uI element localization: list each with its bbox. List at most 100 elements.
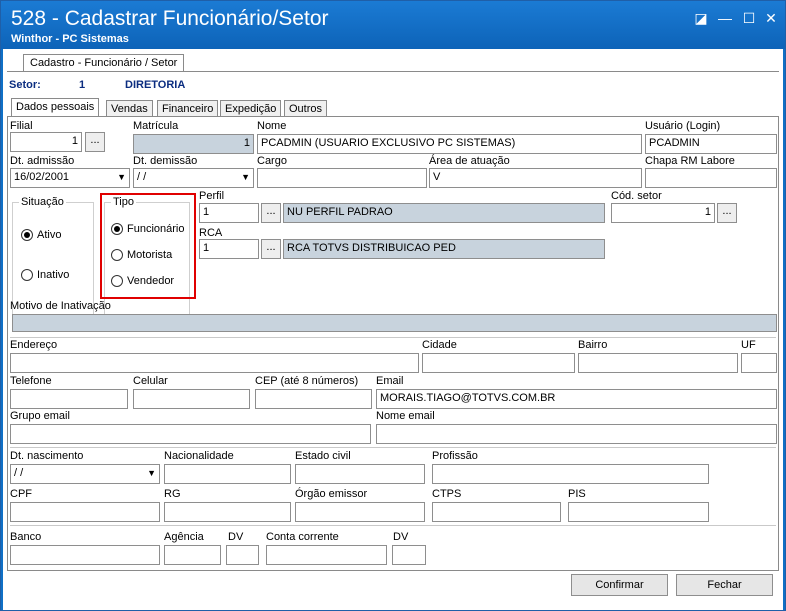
motivo-inativacao-input[interactable] [12,314,777,332]
grupo-email-input[interactable] [10,424,371,444]
tipo-highlight-box [100,193,196,299]
email-input[interactable]: MORAIS.TIAGO@TOTVS.COM.BR [376,389,777,409]
bairro-label: Bairro [578,339,608,351]
agencia-label: Agência [164,531,204,543]
estado-civil-input[interactable] [295,464,425,484]
tab-divider [7,71,779,72]
estado-civil-label: Estado civil [295,450,351,462]
rca-label: RCA [199,227,223,239]
setor-label: Setor: [9,79,41,91]
perfil-code-input[interactable]: 1 [199,203,259,223]
endereco-input[interactable] [10,353,419,373]
cidade-label: Cidade [422,339,457,351]
rca-code-input[interactable]: 1 [199,239,259,259]
rg-input[interactable] [164,502,291,522]
tab-expedicao[interactable]: Expedição [220,100,282,117]
profissao-label: Profissão [432,450,478,462]
dt-demissao-value: / / [137,171,147,183]
divider [10,337,776,338]
divider [10,447,776,448]
rca-search-button[interactable]: ... [261,239,281,259]
dt-demissao-label: Dt. demissão [133,155,198,167]
ativo-label[interactable]: Ativo [37,229,61,241]
tab-vendas[interactable]: Vendas [106,100,153,117]
window-subtitle: Winthor - PC Sistemas [11,33,129,45]
dt-nascimento-combo[interactable]: / / ▼ [10,464,160,484]
celular-label: Celular [133,375,168,387]
dv1-input[interactable] [226,545,259,565]
banco-input[interactable] [10,545,160,565]
agencia-input[interactable] [164,545,221,565]
filial-search-button[interactable]: ... [85,132,105,152]
cod-setor-input[interactable]: 1 [611,203,715,223]
cargo-label: Cargo [257,155,287,167]
restore-icon[interactable]: ◪ [691,9,711,27]
grupo-email-label: Grupo email [10,410,70,422]
setor-code: 1 [79,79,86,91]
tab-dados-pessoais[interactable]: Dados pessoais [11,98,100,117]
tab-cadastro-funcionario-setor[interactable]: Cadastro - Funcionário / Setor [23,54,185,72]
endereco-label: Endereço [10,339,58,351]
filial-label: Filial [10,120,33,132]
dt-demissao-combo[interactable]: / / ▼ [133,168,254,188]
dt-nascimento-label: Dt. nascimento [10,450,84,462]
minimize-icon[interactable]: — [715,9,735,27]
ativo-radio[interactable] [21,229,33,241]
dv2-input[interactable] [392,545,426,565]
cpf-label: CPF [10,488,32,500]
matricula-input[interactable]: 1 [133,134,254,154]
nome-input[interactable]: PCADMIN (USUARIO EXCLUSIVO PC SISTEMAS) [257,134,642,154]
cep-input[interactable] [255,389,372,409]
uf-input[interactable] [741,353,777,373]
bairro-input[interactable] [578,353,738,373]
chapa-label: Chapa RM Labore [645,155,735,167]
telefone-input[interactable] [10,389,128,409]
pis-label: PIS [568,488,586,500]
cod-setor-search-button[interactable]: ... [717,203,737,223]
uf-label: UF [741,339,756,351]
banco-label: Banco [10,531,42,543]
orgao-emissor-label: Órgão emissor [295,488,368,500]
close-icon[interactable]: ✕ [761,9,781,27]
window-title: 528 - Cadastrar Funcionário/Setor [11,7,329,30]
dados-pessoais-panel: Filial 1 ... Matrícula 1 Nome PCADMIN (U… [7,116,779,571]
client-area: Cadastro - Funcionário / Setor Setor: 1 … [3,49,783,610]
divider [10,525,776,526]
celular-input[interactable] [133,389,250,409]
inativo-label[interactable]: Inativo [37,269,69,281]
tab-financeiro[interactable]: Financeiro [157,100,219,117]
area-atuacao-input[interactable]: V [429,168,642,188]
area-atuacao-label: Área de atuação [429,155,510,167]
ctps-input[interactable] [432,502,561,522]
chevron-down-icon[interactable]: ▼ [117,172,126,182]
title-bar[interactable]: 528 - Cadastrar Funcionário/Setor Wintho… [1,1,785,49]
motivo-inativacao-label: Motivo de Inativação [10,300,111,312]
orgao-emissor-input[interactable] [295,502,425,522]
telefone-label: Telefone [10,375,52,387]
chevron-down-icon[interactable]: ▼ [241,172,250,182]
cidade-input[interactable] [422,353,575,373]
profissao-input[interactable] [432,464,709,484]
inativo-radio[interactable] [21,269,33,281]
dv1-label: DV [228,531,244,543]
perfil-search-button[interactable]: ... [261,203,281,223]
cep-label: CEP (até 8 números) [255,375,359,387]
maximize-icon[interactable]: ☐ [739,9,759,27]
confirmar-button[interactable]: Confirmar [571,574,668,596]
pis-input[interactable] [568,502,709,522]
perfil-desc: NU PERFIL PADRAO [283,203,605,223]
nome-email-input[interactable] [376,424,777,444]
usuario-input[interactable]: PCADMIN [645,134,777,154]
fechar-button[interactable]: Fechar [676,574,773,596]
ctps-label: CTPS [432,488,462,500]
tab-outros[interactable]: Outros [284,100,328,117]
nacionalidade-input[interactable] [164,464,291,484]
dt-admissao-combo[interactable]: 16/02/2001 ▼ [10,168,130,188]
cargo-input[interactable] [257,168,427,188]
situacao-title: Situação [19,196,66,208]
conta-corrente-input[interactable] [266,545,387,565]
cpf-input[interactable] [10,502,160,522]
filial-input[interactable]: 1 [10,132,82,152]
chapa-input[interactable] [645,168,777,188]
chevron-down-icon[interactable]: ▼ [147,468,156,478]
